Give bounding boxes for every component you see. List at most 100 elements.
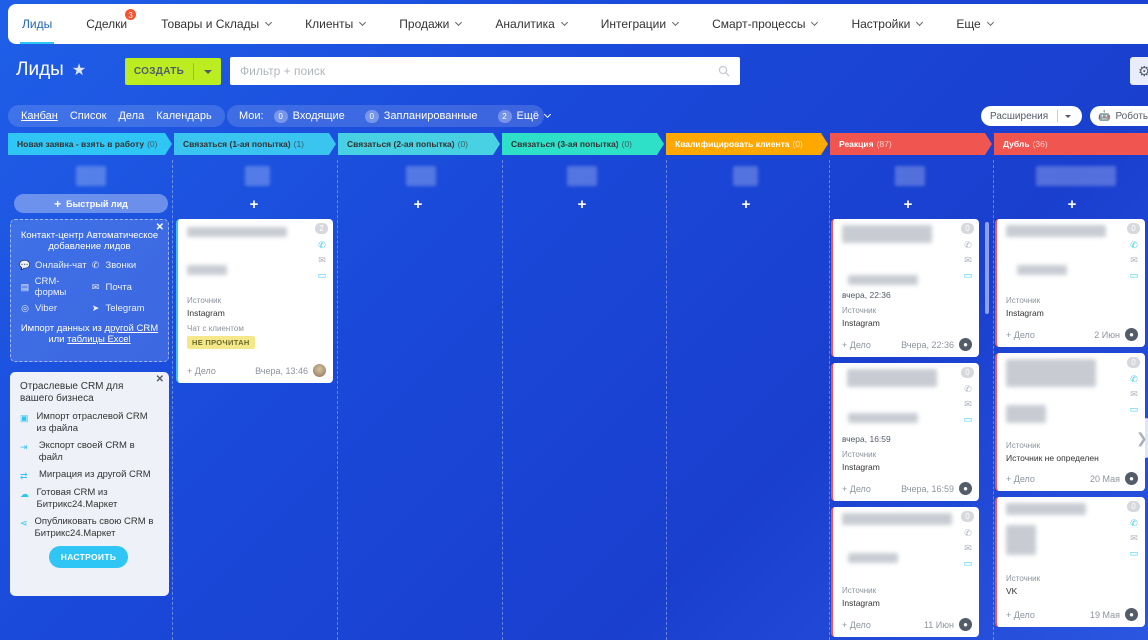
chat-icon[interactable]: ▭ — [318, 270, 327, 281]
lead-card[interactable]: 0 ✆ ✉ ▭ вчера, 16:59 Источник Instagram + … — [831, 363, 979, 501]
create-label: СОЗДАТЬ — [133, 66, 185, 77]
chat-icon[interactable]: ▭ — [1130, 404, 1139, 415]
planned-counter[interactable]: 0 Запланированные — [364, 109, 478, 123]
stage-contact-1[interactable]: Связаться (1-ая попытка) (1) — [174, 133, 336, 155]
nav-settings[interactable]: Настройки — [851, 17, 924, 31]
add-activity-button[interactable]: + Дело — [842, 620, 871, 630]
lead-card[interactable]: 0 ✆ ✉ ▭ Источник Instagram + Дело 11 Июн ● — [831, 507, 979, 637]
settings-button[interactable]: ⚙ — [1130, 57, 1148, 85]
phone-icon[interactable]: ✆ — [1130, 374, 1138, 385]
view-activities[interactable]: Дела — [118, 110, 144, 122]
robots-button[interactable]: 🤖 Роботы — [1090, 106, 1148, 126]
stage-new[interactable]: Новая заявка - взять в работу (0) — [8, 133, 172, 155]
cc-viber[interactable]: ◎ Viber — [19, 303, 90, 314]
nav-more[interactable]: Еще — [956, 17, 994, 31]
nav-smart-processes[interactable]: Смарт-процессы — [712, 17, 819, 31]
add-activity-button[interactable]: + Дело — [1006, 610, 1035, 620]
add-activity-button[interactable]: + Дело — [842, 340, 871, 350]
lead-card[interactable]: 0 ✆ ✉ ▭ вчера, 22:36 Источник Instagram + … — [831, 219, 979, 357]
scrollbar[interactable] — [985, 222, 989, 314]
avatar[interactable] — [313, 364, 326, 377]
cc-telegram[interactable]: ➤ Telegram — [90, 303, 161, 314]
add-lead-button[interactable]: + — [575, 196, 589, 213]
phone-icon[interactable]: ✆ — [964, 240, 972, 251]
add-lead-button[interactable]: + — [739, 196, 753, 213]
incoming-counter[interactable]: 0 Входящие — [273, 109, 345, 123]
lead-card[interactable]: 0 ✆ ✉ ▭ Источник Источник не определен + Д… — [995, 353, 1145, 491]
phone-icon[interactable]: ✆ — [964, 384, 972, 395]
user-avatar-icon[interactable]: ● — [959, 482, 972, 495]
nav-analytics[interactable]: Аналитика — [495, 17, 568, 31]
nav-sales[interactable]: Продажи — [399, 17, 463, 31]
lead-card[interactable]: 2 ✆ ✉ ▭ Источник Instagram Чат с клиентом … — [176, 219, 333, 383]
create-button[interactable]: СОЗДАТЬ — [125, 58, 221, 85]
stage-reaction[interactable]: Реакция (87) — [830, 133, 992, 155]
user-avatar-icon[interactable]: ● — [1125, 328, 1138, 341]
nav-clients[interactable]: Клиенты — [305, 17, 367, 31]
add-lead-button[interactable]: + — [901, 196, 915, 213]
view-kanban[interactable]: Канбан — [21, 110, 58, 122]
add-lead-button[interactable]: + — [1065, 196, 1079, 213]
add-lead-button[interactable]: + — [247, 196, 261, 213]
mail-icon[interactable]: ✉ — [1130, 389, 1138, 400]
close-icon[interactable]: ✕ — [156, 222, 164, 233]
view-list[interactable]: Список — [70, 110, 107, 122]
lead-card[interactable]: 0 ✆ ✉ ▭ Источник Instagram + Дело 2 Июн ● — [995, 219, 1145, 347]
add-activity-button[interactable]: + Дело — [1006, 330, 1035, 340]
nav-integrations[interactable]: Интеграции — [601, 17, 680, 31]
quick-lead-button[interactable]: + Быстрый лид — [14, 194, 168, 213]
industry-item[interactable]: ▣ Импорт отраслевой CRM из файла — [20, 411, 159, 435]
mail-icon[interactable]: ✉ — [964, 399, 972, 410]
cc-online-chat[interactable]: 💬 Онлайн-чат — [19, 260, 90, 271]
industry-item[interactable]: ⇄ Миграция из другой CRM — [20, 469, 159, 482]
industry-item[interactable]: ⇥ Экспорт своей CRM в файл — [20, 440, 159, 464]
add-activity-button[interactable]: + Дело — [187, 366, 216, 376]
mail-icon[interactable]: ✉ — [964, 255, 972, 266]
chat-icon[interactable]: ▭ — [964, 558, 973, 569]
cc-crm-forms[interactable]: ▤ CRM-формы — [19, 276, 90, 298]
mail-icon[interactable]: ✉ — [1130, 255, 1138, 266]
user-avatar-icon[interactable]: ● — [959, 338, 972, 351]
phone-icon[interactable]: ✆ — [1130, 240, 1138, 251]
caret-down-icon — [203, 69, 212, 74]
chat-icon[interactable]: ▭ — [964, 270, 973, 281]
star-icon[interactable]: ★ — [72, 60, 86, 80]
extensions-button[interactable]: Расширения — [981, 106, 1082, 126]
mail-icon[interactable]: ✉ — [1130, 533, 1138, 544]
search-icon[interactable] — [718, 65, 730, 77]
import-excel-link[interactable]: таблицы Excel — [67, 334, 131, 345]
close-icon[interactable]: ✕ — [156, 374, 164, 385]
user-avatar-icon[interactable]: ● — [1125, 608, 1138, 621]
stage-duplicate[interactable]: Дубль (36) — [994, 133, 1148, 155]
import-crm-link[interactable]: другой CRM — [105, 323, 159, 334]
add-activity-button[interactable]: + Дело — [1006, 474, 1035, 484]
view-calendar[interactable]: Календарь — [156, 110, 212, 122]
nav-leads[interactable]: Лиды — [19, 17, 55, 44]
add-activity-button[interactable]: + Дело — [842, 484, 871, 494]
cc-mail[interactable]: ✉ Почта — [90, 276, 161, 298]
create-dropdown-button[interactable] — [194, 69, 221, 74]
lead-card[interactable]: 0 ✆ ✉ ▭ Источник VK + Дело 19 Мая ● — [995, 497, 1145, 627]
industry-item[interactable]: ☁ Готовая CRM из Битрикс24.Маркет — [20, 487, 159, 511]
user-avatar-icon[interactable]: ● — [1125, 472, 1138, 485]
nav-products[interactable]: Товары и Склады — [161, 17, 273, 31]
industry-item[interactable]: ⋖ Опубликовать свою CRM в Битрикс24.Марке… — [20, 516, 159, 540]
mail-icon[interactable]: ✉ — [318, 255, 326, 266]
filter-search-input[interactable] — [240, 64, 718, 78]
phone-icon[interactable]: ✆ — [964, 528, 972, 539]
chat-icon[interactable]: ▭ — [964, 414, 973, 425]
configure-button[interactable]: НАСТРОИТЬ — [49, 546, 128, 568]
stage-qualify[interactable]: Квалифицировать клиента (0) — [666, 133, 828, 155]
phone-icon[interactable]: ✆ — [318, 240, 326, 251]
more-counter[interactable]: 2 Ещё — [497, 109, 552, 123]
mail-icon[interactable]: ✉ — [964, 543, 972, 554]
chat-icon[interactable]: ▭ — [1130, 270, 1139, 281]
add-lead-button[interactable]: + — [411, 196, 425, 213]
chat-icon[interactable]: ▭ — [1130, 548, 1139, 559]
cc-calls[interactable]: ✆ Звонки — [90, 260, 161, 271]
user-avatar-icon[interactable]: ● — [959, 618, 972, 631]
nav-deals[interactable]: Сделки 3 — [86, 8, 138, 31]
stage-contact-3[interactable]: Связаться (3-ая попытка) (0) — [502, 133, 664, 155]
phone-icon[interactable]: ✆ — [1130, 518, 1138, 529]
stage-contact-2[interactable]: Связаться (2-ая попытка) (0) — [338, 133, 500, 155]
